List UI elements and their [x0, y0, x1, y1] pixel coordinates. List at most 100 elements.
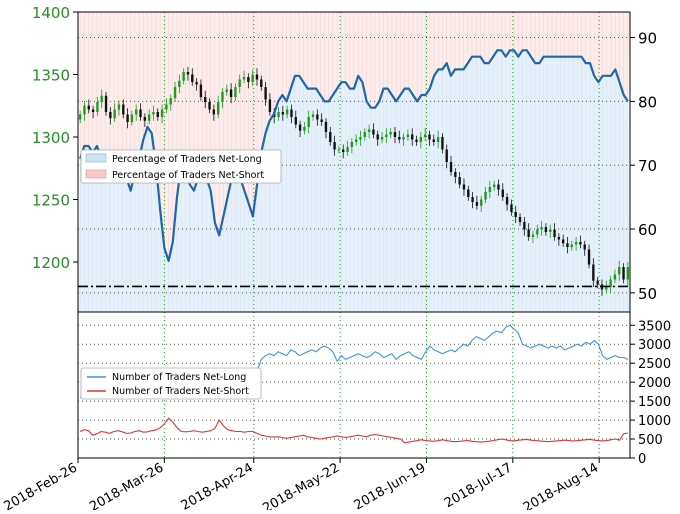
candle-body	[467, 189, 470, 197]
candle-body	[242, 77, 246, 80]
candle-body	[540, 227, 543, 230]
candle-body	[492, 184, 496, 187]
candle-body	[423, 134, 427, 137]
candle-body	[234, 87, 237, 97]
candle-body	[622, 267, 625, 280]
candle-body	[186, 72, 190, 75]
candle-body	[402, 137, 405, 140]
date-axis-tick-label: 2018-Aug-14	[521, 460, 601, 510]
candle-body	[557, 237, 561, 240]
candle-body	[178, 80, 181, 87]
candle-body	[510, 204, 513, 212]
legend-label-net-long-count: Number of Traders Net-Long	[112, 372, 246, 383]
left-axis-tick-label: 1350	[32, 67, 70, 85]
candle-body	[195, 82, 198, 85]
candle-body	[497, 184, 500, 190]
count-axis-tick-label: 0	[638, 452, 646, 467]
candle-body	[583, 244, 586, 250]
candle-body	[626, 267, 630, 280]
candle-body	[221, 92, 224, 102]
count-axis-tick-label: 2500	[638, 357, 671, 372]
candle-body	[204, 97, 207, 102]
candle-body	[566, 243, 569, 247]
candle-body	[367, 129, 371, 132]
candle-body	[277, 112, 280, 117]
candle-body	[475, 202, 479, 206]
candle-body	[393, 132, 397, 137]
candle-body	[316, 114, 319, 120]
trader-count-panel: 0 500 1000 1500 2000 2500 3000 3500 Number of Tr…	[77, 311, 671, 467]
candle-body	[238, 79, 241, 87]
candle-body	[587, 249, 591, 265]
date-axis: 2018-Feb-26 2018-Mar-26 2018-Apr-24 2018-Ma…	[1, 458, 601, 514]
candle-body	[544, 227, 548, 232]
candle-body	[398, 137, 401, 140]
candle-body	[484, 192, 487, 200]
candle-body	[260, 79, 263, 87]
candle-body	[436, 137, 440, 142]
candle-body	[574, 242, 578, 245]
candle-body	[454, 172, 457, 177]
top-legend: Percentage of Traders Net-Long Percentage…	[80, 149, 282, 184]
candle-body	[311, 114, 315, 117]
candle-body	[143, 117, 147, 121]
candle-body	[415, 139, 418, 142]
candle-body	[199, 84, 203, 97]
candle-body	[285, 109, 289, 115]
candle-body	[324, 122, 328, 132]
candle-body	[389, 132, 392, 135]
legend-swatch-net-short	[85, 169, 107, 179]
bottom-legend: Number of Traders Net-Long Number of Trad…	[80, 367, 262, 400]
candle-body	[471, 197, 474, 202]
candle-body	[191, 74, 194, 82]
count-axis-tick-label: 1500	[638, 395, 671, 410]
candle-body	[359, 137, 362, 140]
right-axis-tick-label: 50	[638, 285, 657, 303]
candle-body	[247, 77, 250, 82]
candle-body	[152, 112, 155, 115]
candle-body	[91, 109, 95, 112]
candle-body	[337, 149, 341, 151]
candle-body	[505, 197, 509, 205]
chart-root: 1200 1250 1300 1350 1400 50 60 70 80 90 Percentage…	[0, 0, 680, 514]
count-axis-tick-label: 3500	[638, 319, 671, 334]
candle-body	[104, 95, 108, 112]
candle-body	[480, 199, 483, 206]
candle-body	[225, 89, 228, 92]
candle-body	[135, 109, 138, 115]
candle-body	[518, 217, 522, 222]
price-sentiment-panel: 1200 1250 1300 1350 1400 50 60 70 80 90 Percentage…	[32, 4, 657, 313]
left-axis-tick-label: 1250	[32, 192, 70, 210]
date-axis-tick-label: 2018-Apr-24	[179, 460, 256, 510]
left-axis-tick-label: 1200	[32, 254, 70, 272]
candle-body	[87, 105, 90, 110]
candle-body	[117, 104, 121, 110]
candle-body	[126, 114, 129, 122]
count-axis-tick-label: 1000	[638, 414, 671, 429]
candle-body	[354, 139, 358, 142]
left-axis-tick-label: 1300	[32, 129, 70, 147]
candle-body	[100, 95, 103, 102]
candle-body	[320, 119, 323, 122]
candle-body	[333, 142, 336, 150]
candle-body	[139, 109, 142, 117]
candle-body	[208, 102, 211, 110]
candle-body	[173, 87, 177, 99]
candle-body	[385, 134, 388, 137]
candle-body	[78, 114, 82, 120]
date-axis-tick-label: 2018-Jul-17	[442, 460, 515, 510]
candle-body	[303, 127, 306, 131]
candle-body	[458, 177, 461, 185]
candle-body	[298, 124, 302, 131]
candle-body	[281, 112, 285, 115]
candle-body	[113, 109, 116, 119]
candle-body	[531, 234, 535, 237]
candle-body	[169, 98, 172, 105]
candle-body	[268, 99, 272, 112]
candle-body	[618, 267, 621, 275]
candle-body	[160, 109, 164, 117]
candle-body	[406, 134, 410, 137]
legend-swatch-net-long	[85, 153, 107, 163]
candle-body	[165, 104, 168, 110]
date-axis-tick-label: 2018-May-22	[260, 460, 342, 510]
